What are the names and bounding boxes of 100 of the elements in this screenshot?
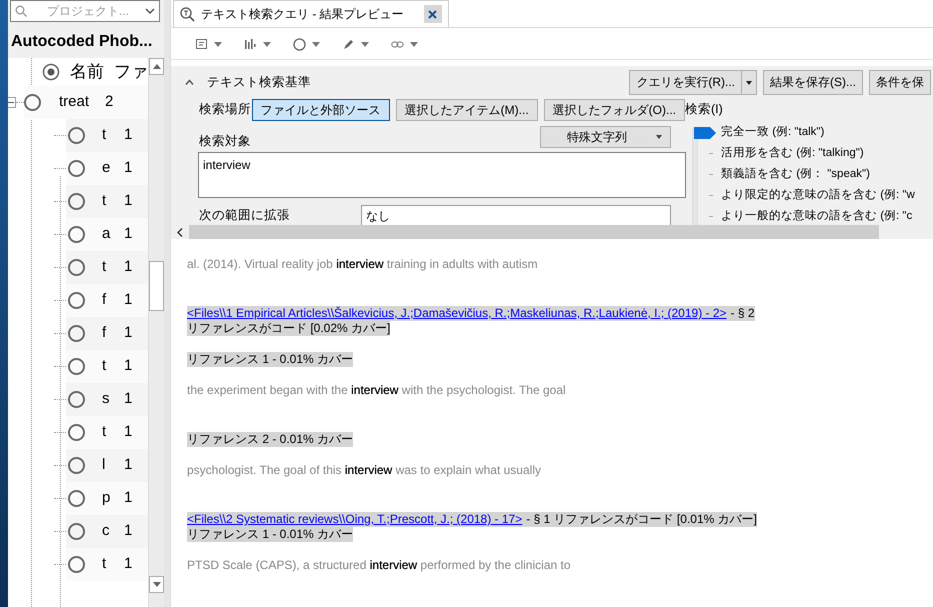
reference-info: - § 2 [730,306,755,321]
node-name: p [102,488,112,508]
node-name: t [102,356,108,376]
node-count: 1 [124,257,132,278]
collapse-caret-icon[interactable] [185,79,194,86]
special-characters-dropdown[interactable]: 特殊文字列 [540,126,671,148]
collapse-toggle[interactable] [8,97,16,108]
radio-circle-icon[interactable] [68,391,85,408]
marker-pen-icon [342,38,355,51]
node-name: t [102,257,108,278]
radio-circle-icon[interactable] [68,556,85,573]
reference-heading: リファレンスがコード [0.02% カバー] [187,321,390,336]
scroll-up-button[interactable] [149,58,164,75]
caret-up-icon [152,64,160,69]
column-header[interactable]: ファ [114,59,148,85]
node-count: 1 [124,290,132,310]
field-label: 次の範囲に拡張 [198,207,291,224]
reference-heading: リファレンス 1 - 0.01% カバー [187,352,354,367]
radio-circle-icon[interactable] [68,259,85,276]
tab-label: テキスト検索クエリ - 結果プレビュー [201,6,404,23]
node-name: t [102,191,108,212]
node-count: 1 [124,323,132,344]
panel-title: Autocoded Phob... [10,32,154,52]
minus-icon [8,99,14,106]
reference-heading: リファレンス 1 - 0.01% カバー [187,527,354,542]
radio-circle-icon[interactable] [68,292,85,309]
radio-circle-icon[interactable] [68,226,85,243]
scroll-down-button[interactable] [149,576,164,593]
search-text-field[interactable]: interview [198,152,686,198]
radio-circle-icon[interactable] [68,523,85,540]
node-name: l [102,455,106,476]
target-icon [42,63,60,81]
split-dropdown-button[interactable] [742,70,757,95]
close-button[interactable] [424,5,442,23]
node-name: treat [59,92,90,112]
scroll-thumb[interactable] [149,261,164,311]
excerpt-text: the experiment began with the interview with the psychologist. The goal [187,383,567,398]
excerpt-text: psychologist. The goal of this interview was to explain what usually [187,463,542,478]
node-name: t [102,125,108,146]
radio-circle-icon[interactable] [68,490,85,507]
toolbar-dropdown[interactable] [342,38,369,51]
slider-track[interactable] [692,128,698,225]
radio-circle-icon[interactable] [68,325,85,342]
excerpt-text: al. (2014). Virtual reality job interview training in adults with autism [187,257,539,272]
radio-circle-icon[interactable] [68,160,85,177]
option-label[interactable]: 類義語を含む (例： "speak") [721,166,870,184]
excerpt-text: PTSD Scale (CAPS), a structured interview performed by the clinician to [187,558,572,573]
node-count: 2 [105,92,114,112]
section-title: テキスト検索基準 [207,74,311,91]
scope-button[interactable]: 選択したアイテム(M)... [396,98,538,121]
option-label[interactable]: より限定的な意味の語を含む (例: "w [721,187,915,204]
caret-left-icon [177,228,183,236]
node-count: 1 [124,554,132,574]
source-link[interactable]: <Files\\1 Empirical Articles\\Šalkevicius, J.;Damaševičius, R.;Maskeliunas, R.;Laukienė, I.; (2019) - 2> [187,306,727,321]
radio-circle-icon[interactable] [24,94,41,111]
vertical-scrollbar[interactable] [148,58,164,607]
node-count: 1 [124,356,132,376]
caret-down-icon [263,42,271,47]
radio-circle-icon[interactable] [68,127,85,144]
source-link[interactable]: <Files\\2 Systematic reviews\\Oing, T.;Prescott, J.; (2018) - 17> [187,512,522,527]
node-name: f [102,323,108,344]
document-tab[interactable]: テキスト検索クエリ - 結果プレビュー [173,0,449,27]
run-query-button[interactable]: クエリを実行(R)... [629,70,742,95]
search-box[interactable]: プロジェクト... [10,0,160,22]
toolbar-dropdown[interactable] [293,38,320,51]
node-count: 1 [124,521,132,542]
radio-circle-icon[interactable] [68,424,85,441]
node-count: 1 [124,224,132,244]
node-name: f [102,290,108,310]
node-count: 1 [124,191,132,212]
caret-down-icon [152,582,160,587]
node-count: 1 [124,422,132,442]
toolbar-dropdown[interactable] [244,38,271,51]
radio-circle-icon[interactable] [68,193,85,210]
extend-dropdown[interactable]: なし [361,204,671,225]
option-label[interactable]: 活用形を含む (例: "talking") [721,145,864,162]
caret-down-icon [746,80,752,85]
toolbar-dropdown[interactable] [195,38,222,51]
node-name: a [102,224,112,244]
chevron-down-icon [145,8,155,14]
node-name: t [102,554,108,574]
radio-circle-icon[interactable] [68,358,85,375]
action-button[interactable]: 結果を保存(S)... [763,70,863,95]
node-count: 1 [124,389,132,410]
caret-down-icon [214,42,222,47]
action-button[interactable]: 条件を保 [869,70,931,95]
scope-button[interactable]: 選択したフォルダ(O)... [544,98,685,121]
radio-circle-icon[interactable] [68,457,85,474]
memo-icon [195,38,208,51]
slider-thumb[interactable] [694,126,716,139]
field-label: 検索場所 [198,101,252,118]
node-name: s [102,389,110,410]
scope-button[interactable]: ファイルと外部ソース [252,98,390,121]
option-label[interactable]: より一般的な意味の語を含む (例: "c [721,208,912,225]
search-icon [15,5,27,17]
field-label: 検索対象 [198,132,251,150]
option-label[interactable]: 完全一致 (例: "talk") [721,124,824,142]
column-header[interactable]: 名前 [70,59,104,85]
field-label: 検索(I) [685,100,724,118]
caret-down-icon [656,134,662,139]
